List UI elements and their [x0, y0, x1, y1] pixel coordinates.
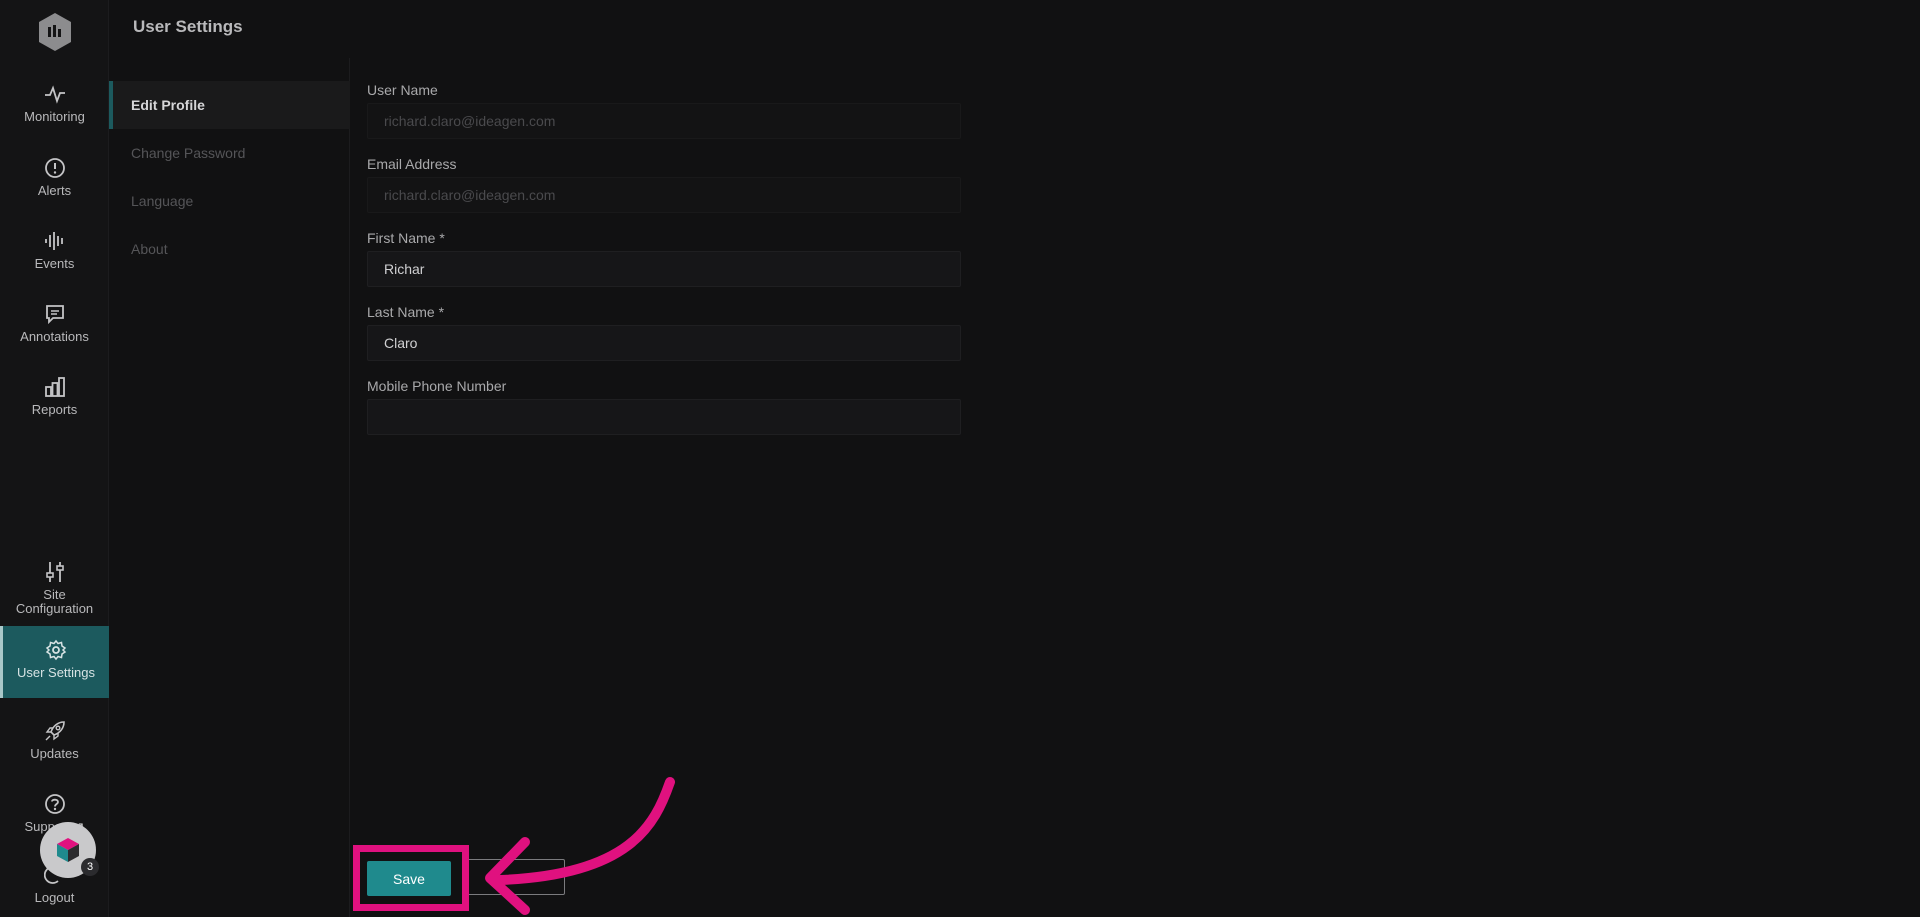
first-name-field[interactable]	[367, 251, 961, 287]
rail-item-user-settings[interactable]: User Settings	[0, 626, 109, 698]
rail-item-updates[interactable]: Updates	[0, 713, 109, 773]
rail-item-site-configuration[interactable]: Site Configuration	[0, 554, 109, 618]
email-label: Email Address	[367, 156, 457, 172]
main-sidebar: Monitoring Alerts Events Annotations Rep…	[0, 0, 109, 917]
rail-item-events[interactable]: Events	[0, 223, 109, 283]
cancel-button[interactable]	[465, 859, 565, 895]
subnav-item-about[interactable]: About	[109, 225, 350, 273]
user-name-label: User Name	[367, 82, 438, 98]
pulse-icon	[43, 82, 67, 106]
cube-logo-icon	[57, 838, 79, 862]
save-button[interactable]: Save	[367, 861, 451, 896]
rail-item-label: Alerts	[37, 183, 72, 198]
email-field	[367, 177, 961, 213]
app-logo-icon[interactable]	[37, 12, 73, 52]
subnav-item-edit-profile[interactable]: Edit Profile	[109, 81, 350, 129]
rail-item-label: Logout	[34, 890, 75, 905]
alert-circle-icon	[43, 156, 67, 180]
first-name-label: First Name *	[367, 230, 445, 246]
subnav-item-change-password[interactable]: Change Password	[109, 129, 350, 177]
waveform-icon	[43, 229, 67, 253]
rail-item-reports[interactable]: Reports	[0, 369, 109, 429]
gear-icon	[44, 638, 68, 662]
rail-item-label: Site Configuration	[15, 587, 94, 616]
page-title: User Settings	[133, 17, 243, 36]
last-name-field[interactable]	[367, 325, 961, 361]
mobile-phone-field[interactable]	[367, 399, 961, 435]
rail-item-label: Annotations	[20, 329, 89, 344]
sliders-icon	[43, 560, 67, 584]
rail-item-label: Events	[34, 256, 75, 271]
user-name-field	[367, 103, 961, 139]
rail-item-monitoring[interactable]: Monitoring	[0, 76, 109, 136]
comment-icon	[43, 302, 67, 326]
settings-subnav: Edit Profile Change Password Language Ab…	[109, 58, 350, 917]
help-circle-icon	[43, 792, 67, 816]
notification-badge: 3	[81, 858, 99, 876]
rail-item-label: Reports	[31, 402, 78, 417]
subnav-item-language[interactable]: Language	[109, 177, 350, 225]
rail-item-alerts[interactable]: Alerts	[0, 150, 109, 210]
rail-item-label: Updates	[30, 746, 79, 761]
rail-item-label: User Settings	[16, 665, 96, 680]
mobile-phone-label: Mobile Phone Number	[367, 378, 507, 394]
rail-item-annotations[interactable]: Annotations	[0, 296, 109, 356]
bar-chart-icon	[43, 375, 67, 399]
rocket-icon	[43, 719, 67, 743]
last-name-label: Last Name *	[367, 304, 445, 320]
rail-item-label: Monitoring	[24, 109, 85, 124]
